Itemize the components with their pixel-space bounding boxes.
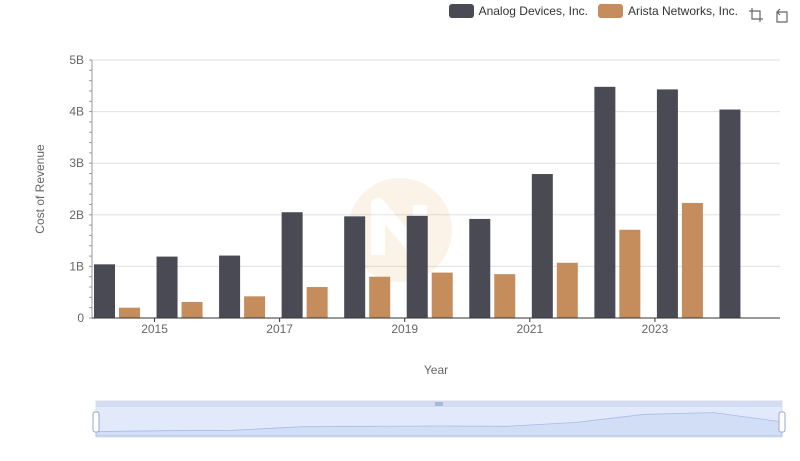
bar[interactable] [244,296,266,318]
legend-label-arista-networks: Arista Networks, Inc. [627,4,738,18]
x-tick-label: 2017 [266,322,293,336]
restore-icon[interactable] [774,7,790,23]
x-tick-label: 2015 [141,322,168,336]
legend-label-analog-devices: Analog Devices, Inc. [478,4,588,18]
x-tick-label: 2021 [516,322,543,336]
bar[interactable] [431,272,453,318]
data-zoom-slider[interactable] [92,400,786,438]
y-tick-label: 5B [69,53,84,67]
bar[interactable] [156,256,178,318]
bar[interactable] [219,255,241,318]
x-tick-label: 2023 [642,322,669,336]
y-tick-label: 3B [69,156,84,170]
zoom-icon[interactable] [748,7,764,23]
x-axis-label: Year [424,363,448,377]
legend-item-arista-networks[interactable]: Arista Networks, Inc. [597,4,738,18]
bar[interactable] [494,274,516,318]
bar[interactable] [469,218,491,318]
zoom-left-handle[interactable] [92,411,100,433]
bar[interactable] [594,86,616,318]
bar[interactable] [344,216,366,318]
bar[interactable] [369,276,391,318]
bar[interactable] [531,174,553,318]
zoom-drag-grip[interactable] [435,402,443,406]
y-tick-label: 0 [77,311,84,325]
y-axis-label: Cost of Revenue [33,144,47,234]
bar[interactable] [406,215,428,318]
toolbox [748,7,790,23]
bar[interactable] [681,202,703,318]
y-tick-label: 2B [69,208,84,222]
legend-swatch-analog-devices [448,4,474,18]
x-tick-label: 2019 [391,322,418,336]
bar[interactable] [619,229,641,318]
bar[interactable] [656,89,678,318]
y-tick-label: 1B [69,259,84,273]
legend-swatch-arista-networks [597,4,623,18]
y-tick-label: 4B [69,105,84,119]
chart: 0 1B 2B 3B 4B 5B 2015 2017 2019 2021 2023 Cost of … [33,53,786,438]
bar[interactable] [556,262,578,318]
legend: Analog Devices, Inc. Arista Networks, In… [448,4,738,18]
bar[interactable] [119,307,140,318]
bar[interactable] [281,212,303,318]
bar[interactable] [719,109,741,318]
bar[interactable] [94,264,115,318]
bar[interactable] [306,287,328,318]
bar[interactable] [181,302,203,318]
legend-item-analog-devices[interactable]: Analog Devices, Inc. [448,4,588,18]
zoom-right-handle[interactable] [778,411,786,433]
